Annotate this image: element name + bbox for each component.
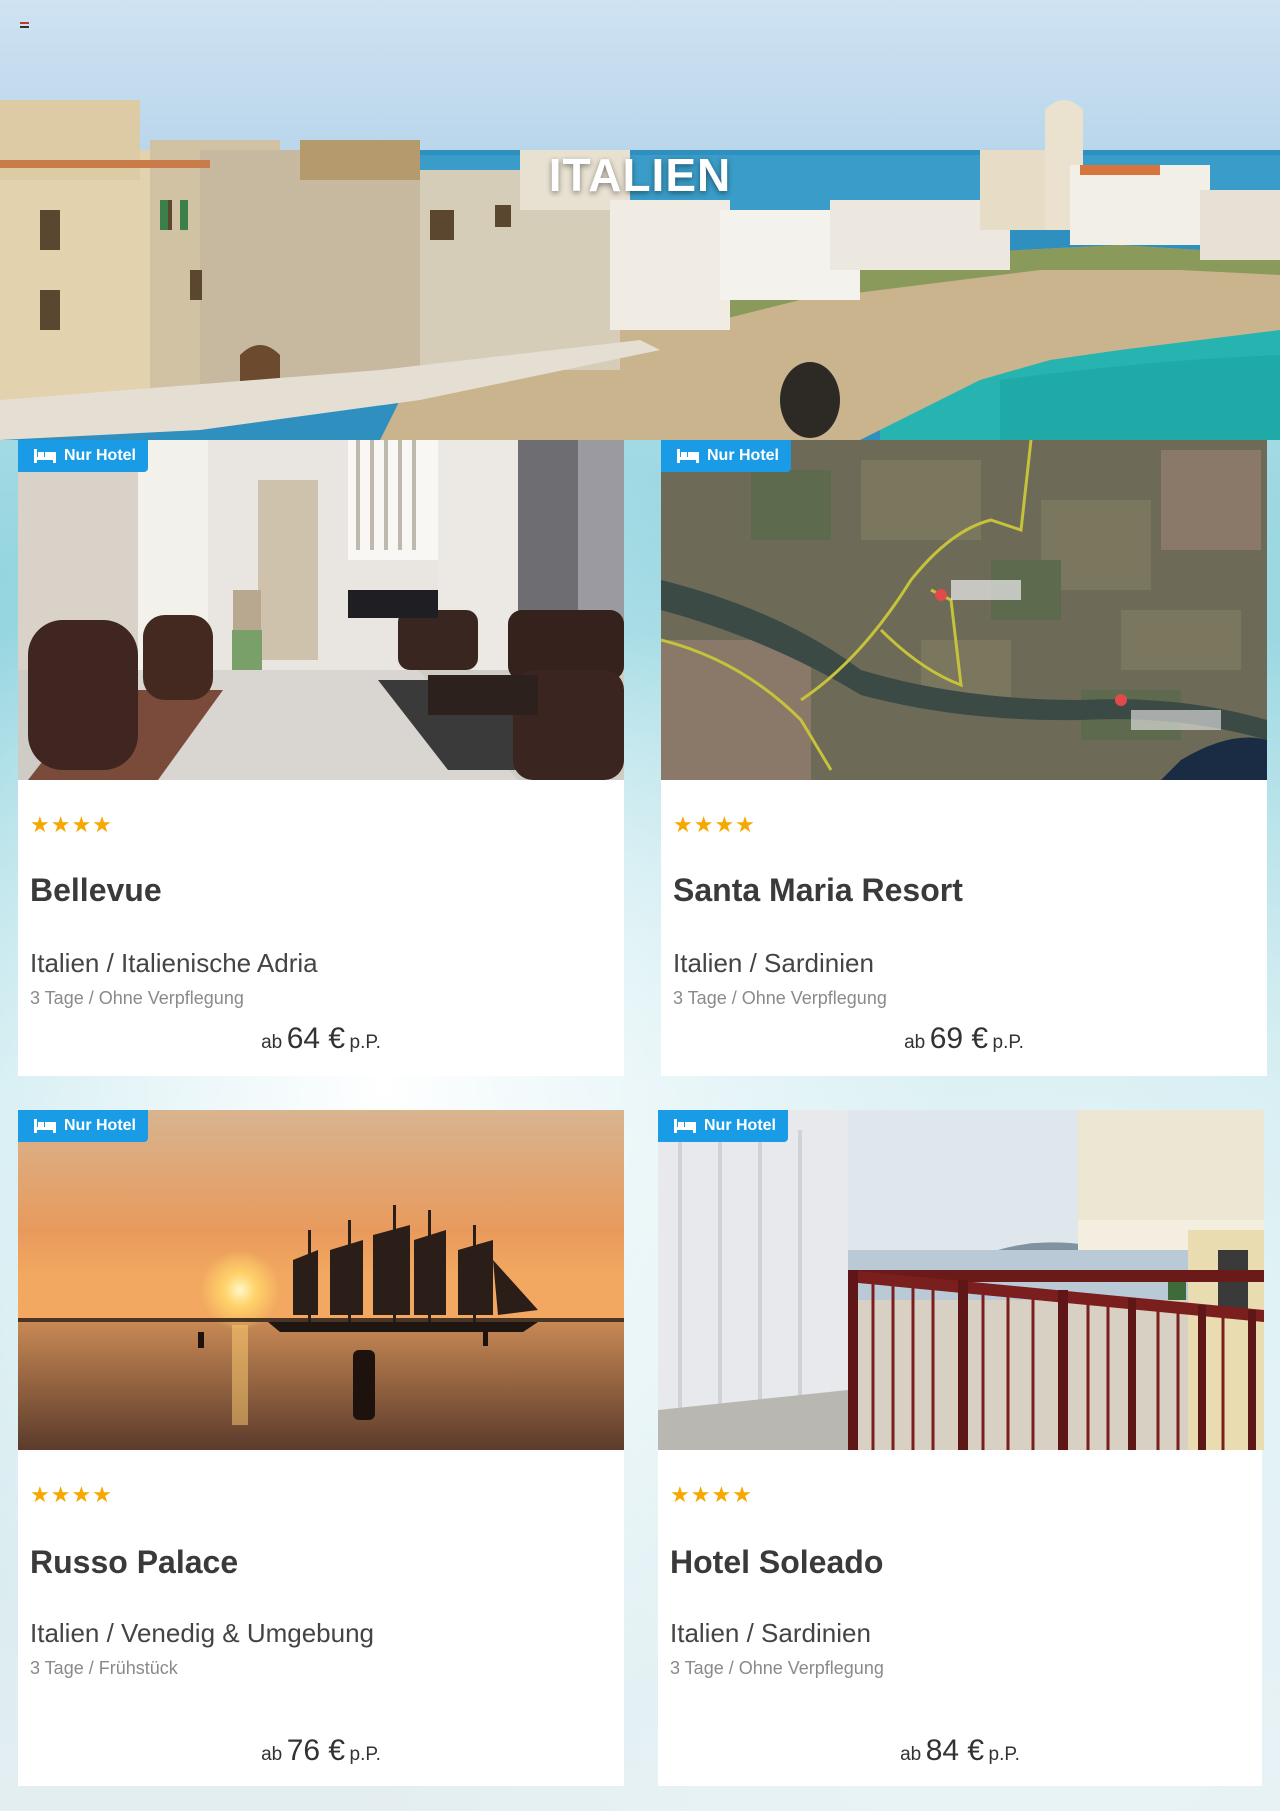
badge-label: Nur Hotel	[64, 1117, 136, 1134]
price-amount: 64 €	[286, 1022, 346, 1055]
price-amount: 69 €	[929, 1022, 989, 1055]
price-suffix: p.P.	[992, 1032, 1024, 1053]
hotel-region: Italien / Sardinien	[670, 1618, 871, 1648]
hotel-lobby-image	[18, 440, 624, 780]
hotel-duration-board: 3 Tage / Frühstück	[30, 1658, 178, 1678]
hotel-photo[interactable]: Nur Hotel	[18, 1110, 624, 1450]
price-prefix: ab	[904, 1032, 926, 1053]
bed-icon	[34, 1119, 56, 1133]
hotel-duration-board: 3 Tage / Ohne Verpflegung	[30, 988, 244, 1008]
hotel-only-badge: Nur Hotel	[18, 1110, 148, 1142]
badge-label: Nur Hotel	[64, 447, 136, 464]
hotel-photo[interactable]: Nur Hotel	[18, 440, 624, 780]
bed-icon	[34, 449, 56, 463]
aerial-map-image	[661, 440, 1267, 780]
hotel-region: Italien / Sardinien	[673, 948, 874, 978]
hotel-name[interactable]: Bellevue	[30, 872, 162, 909]
price-prefix: ab	[261, 1032, 283, 1053]
star-rating: ★★★★	[30, 812, 113, 837]
hotel-card[interactable]: Nur Hotel ★★★★ Russo Palace Italien / Ve…	[18, 1110, 624, 1786]
hotel-name[interactable]: Hotel Soleado	[670, 1544, 883, 1581]
hotel-only-badge: Nur Hotel	[18, 440, 148, 472]
hotel-photo[interactable]: Nur Hotel	[658, 1110, 1264, 1450]
balcony-sea-view-image	[658, 1110, 1264, 1450]
price-amount: 84 €	[925, 1734, 985, 1767]
page-title: ITALIEN	[548, 149, 732, 201]
bed-icon	[677, 449, 699, 463]
price: ab 84 € p.P.	[658, 1734, 1262, 1768]
price-amount: 76 €	[286, 1734, 346, 1767]
star-rating: ★★★★	[670, 1482, 753, 1507]
hotel-duration-board: 3 Tage / Ohne Verpflegung	[670, 1658, 884, 1678]
sunset-ship-image	[18, 1110, 624, 1450]
price-suffix: p.P.	[349, 1032, 381, 1053]
price: ab 76 € p.P.	[18, 1734, 624, 1768]
price: ab 64 € p.P.	[18, 1022, 624, 1056]
price-suffix: p.P.	[988, 1744, 1020, 1765]
hotel-region: Italien / Venedig & Umgebung	[30, 1618, 375, 1648]
price: ab 69 € p.P.	[661, 1022, 1267, 1056]
badge-label: Nur Hotel	[704, 1117, 776, 1134]
bed-icon	[674, 1119, 696, 1133]
hotel-duration-board: 3 Tage / Ohne Verpflegung	[673, 988, 887, 1008]
price-prefix: ab	[261, 1744, 283, 1765]
hotel-only-badge: Nur Hotel	[658, 1110, 788, 1142]
hotel-name[interactable]: Russo Palace	[30, 1544, 238, 1581]
hotel-only-badge: Nur Hotel	[661, 440, 791, 472]
hotel-name[interactable]: Santa Maria Resort	[673, 872, 963, 909]
menu-icon[interactable]	[20, 22, 29, 28]
hero-banner: ITALIEN	[0, 0, 1280, 440]
coastal-town-image	[0, 100, 1280, 440]
hotel-region: Italien / Italienische Adria	[30, 948, 318, 978]
price-prefix: ab	[900, 1744, 922, 1765]
star-rating: ★★★★	[673, 812, 756, 837]
hotel-card[interactable]: Nur Hotel ★★★★ Santa Maria Resort Italie…	[661, 440, 1267, 1076]
price-suffix: p.P.	[349, 1744, 381, 1765]
hotel-card[interactable]: Nur Hotel ★★★★ Bellevue Italien / Italie…	[18, 440, 624, 1076]
hotel-photo[interactable]: Nur Hotel	[661, 440, 1267, 780]
star-rating: ★★★★	[30, 1482, 113, 1507]
hotel-card[interactable]: Nur Hotel ★★★★ Hotel Soleado Italien / S…	[658, 1110, 1264, 1786]
badge-label: Nur Hotel	[707, 447, 779, 464]
